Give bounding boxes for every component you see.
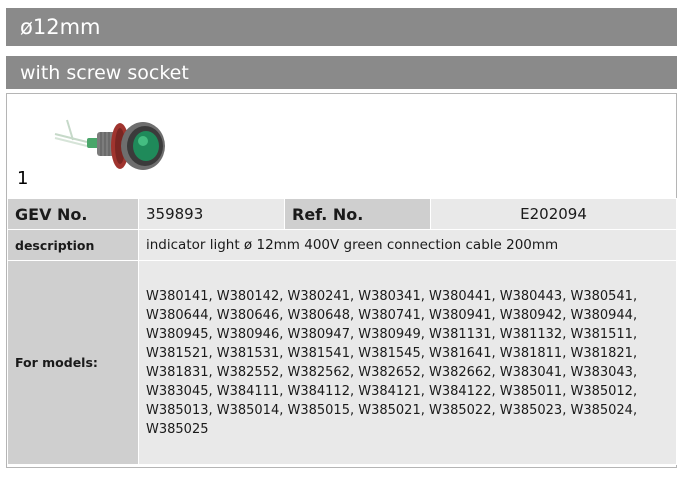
product-sheet: ø12mm with screw socket 1 GEV No. 359893… (0, 0, 685, 484)
image-index-label: 1 (17, 168, 29, 189)
indicator-light-icon (54, 119, 165, 170)
description-value: indicator light ø 12mm 400V green connec… (138, 229, 677, 261)
spec-table: GEV No. 359893 Ref. No. E202094 descript… (7, 198, 677, 465)
size-title: ø12mm (20, 15, 101, 39)
variant-title: with screw socket (20, 61, 189, 84)
models-label: For models: (7, 260, 139, 465)
gev-value: 359893 (138, 198, 285, 230)
description-label: description (7, 229, 139, 261)
description-row: description indicator light ø 12mm 400V … (7, 229, 677, 261)
models-cell: W380141, W380142, W380241, W380341, W380… (138, 260, 677, 465)
size-header: ø12mm (6, 8, 677, 46)
gev-label: GEV No. (7, 198, 139, 230)
variant-header: with screw socket (6, 56, 677, 89)
models-list: W380141, W380142, W380241, W380341, W380… (146, 288, 638, 437)
product-panel: 1 GEV No. 359893 Ref. No. E202094 descri… (6, 93, 677, 468)
models-row: For models: W380141, W380142, W380241, W… (7, 260, 677, 465)
ref-label: Ref. No. (284, 198, 431, 230)
product-image-area: 1 (7, 94, 676, 198)
ref-value: E202094 (430, 198, 677, 230)
gev-row: GEV No. 359893 Ref. No. E202094 (7, 198, 677, 230)
